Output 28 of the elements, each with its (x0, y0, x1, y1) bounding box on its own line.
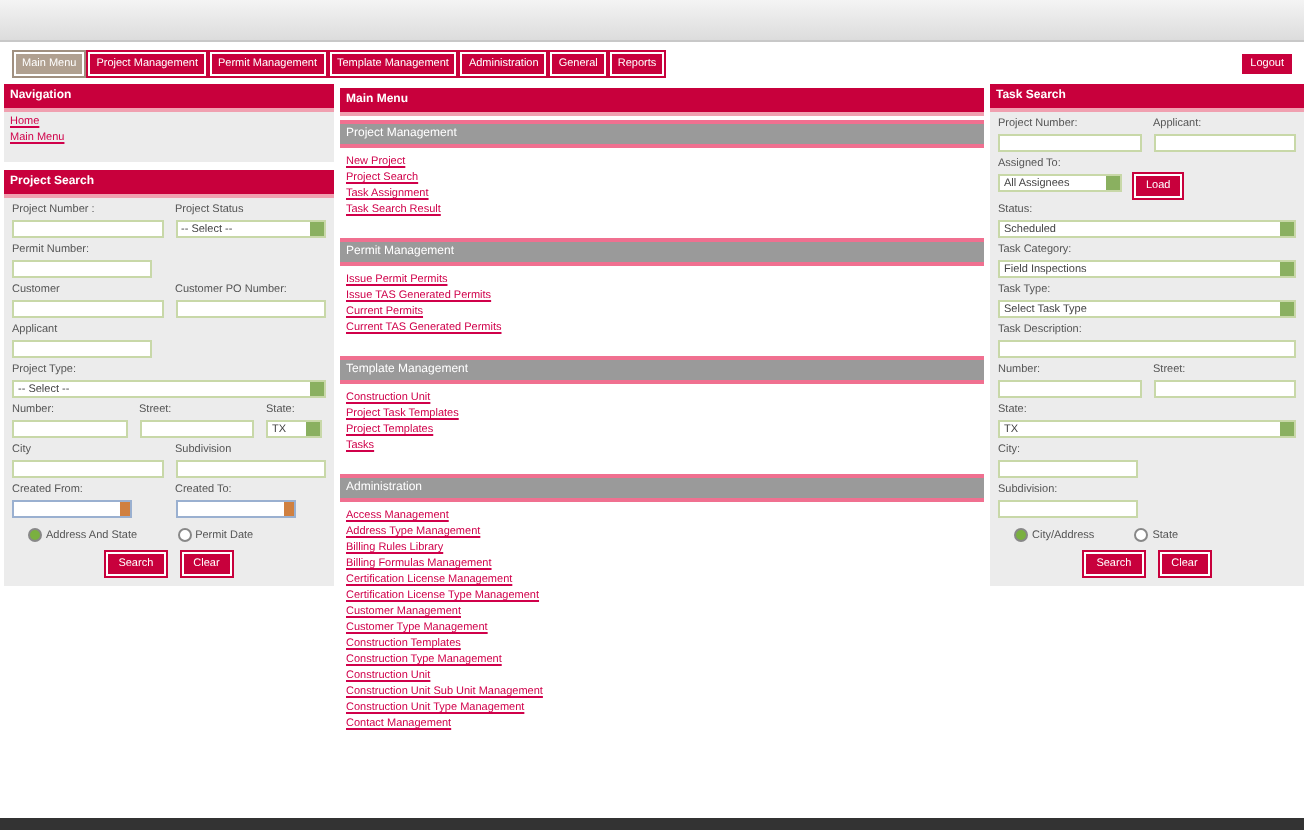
input-field[interactable] (998, 340, 1296, 358)
dropdown-caret-icon (1106, 176, 1120, 190)
input-field[interactable] (1153, 134, 1296, 152)
date-field[interactable] (12, 500, 132, 518)
input-field[interactable] (12, 300, 163, 318)
input-field[interactable] (998, 380, 1141, 398)
input-field[interactable] (998, 134, 1141, 152)
dropdown-caret-icon (1280, 222, 1294, 236)
input-field[interactable] (175, 460, 326, 478)
calendar-icon (120, 502, 130, 516)
input-field[interactable] (12, 220, 163, 238)
input-field[interactable] (12, 340, 152, 358)
input-field[interactable] (998, 460, 1138, 478)
date-field[interactable] (175, 500, 295, 518)
input-field[interactable] (139, 420, 254, 438)
dropdown-caret-icon (1280, 262, 1294, 276)
dropdown-caret-icon (1280, 302, 1294, 316)
input-field[interactable] (1153, 380, 1296, 398)
dropdown-caret-icon (310, 382, 324, 396)
dropdown-caret-icon (310, 222, 324, 236)
input-field[interactable] (12, 260, 152, 278)
input-field[interactable] (998, 500, 1138, 518)
dropdown-caret-icon (306, 422, 320, 436)
input-field[interactable] (175, 300, 326, 318)
dropdown-caret-icon (1280, 422, 1294, 436)
input-field[interactable] (12, 460, 163, 478)
calendar-icon (283, 502, 293, 516)
input-field[interactable] (12, 420, 127, 438)
